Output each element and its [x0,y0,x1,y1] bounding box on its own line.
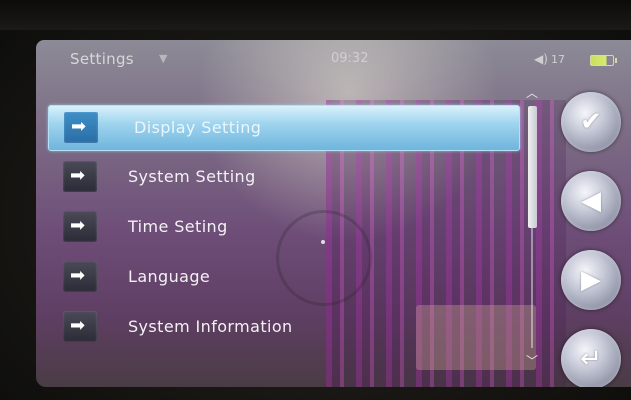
enter-icon: ↵ [580,344,602,374]
menu-item-label: Language [128,267,211,286]
enter-button[interactable]: ↵ [561,329,621,387]
left-triangle-icon: ◀ [581,186,601,216]
previous-button[interactable]: ◀ [561,171,621,231]
menu-item-icon-box: ➡ [63,161,97,192]
menu-item-icon-box: ➡ [63,261,97,292]
menu-item-label: System Setting [128,167,256,186]
confirm-button[interactable]: ✔ [561,92,621,152]
menu-item-icon-box: ➡ [63,211,97,242]
device-frame: Settings ▼ 09:32 ◀) 17 ➡ Display Setting… [0,0,631,400]
arrow-right-icon: ➡ [70,265,86,286]
menu-item-system-setting[interactable]: ➡ System Setting [48,155,518,199]
arrow-right-icon: ➡ [70,165,86,186]
check-icon: ✔ [580,107,602,137]
menu-item-system-information[interactable]: ➡ System Information [48,305,518,349]
menu-item-icon-box: ➡ [64,112,98,143]
menu-item-label: Time Seting [128,217,228,236]
battery-icon [590,55,617,66]
screen: Settings ▼ 09:32 ◀) 17 ➡ Display Setting… [36,40,631,387]
clock: 09:32 [331,51,369,66]
page-title[interactable]: Settings [70,50,134,68]
device-bezel [0,0,631,30]
status-bar: Settings ▼ 09:32 ◀) 17 [36,40,631,76]
menu-item-time-setting[interactable]: ➡ Time Seting [48,205,518,249]
scrollbar[interactable]: ︿ ﹀ [526,84,540,374]
menu-item-display-setting[interactable]: ➡ Display Setting [48,105,520,151]
arrow-right-icon: ➡ [71,116,87,137]
next-button[interactable]: ▶ [561,250,621,310]
scrollbar-thumb[interactable] [528,106,537,228]
volume-level: 17 [551,53,565,66]
chevron-down-icon[interactable]: ▼ [159,52,167,65]
speaker-icon: ◀) [534,52,548,66]
arrow-right-icon: ➡ [70,315,86,336]
scrollbar-rail [531,228,533,348]
menu-item-language[interactable]: ➡ Language [48,255,518,299]
right-triangle-icon: ▶ [581,265,601,295]
menu-item-label: Display Setting [134,118,262,137]
menu-item-label: System Information [128,317,293,336]
scroll-up-icon[interactable]: ︿ [526,84,538,101]
settings-menu-list: ➡ Display Setting ➡ System Setting ➡ Tim… [48,105,520,370]
scroll-down-icon[interactable]: ﹀ [526,352,538,369]
arrow-right-icon: ➡ [70,215,86,236]
menu-item-icon-box: ➡ [63,311,97,342]
